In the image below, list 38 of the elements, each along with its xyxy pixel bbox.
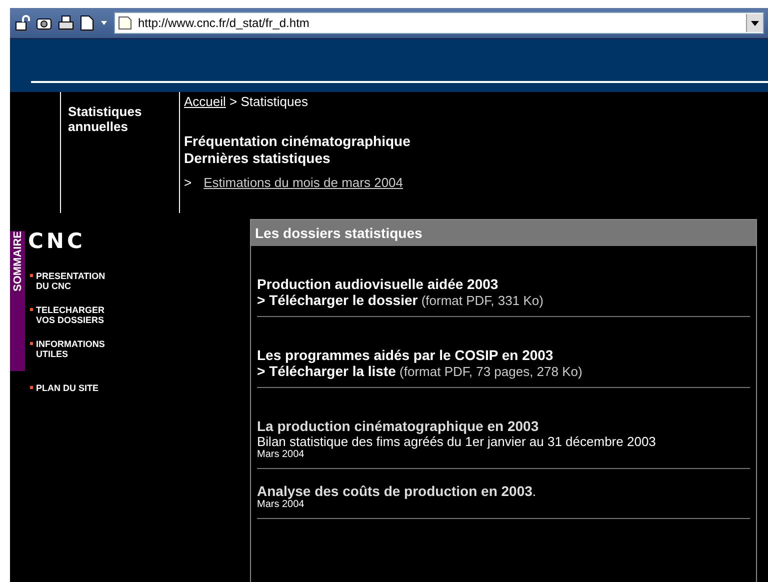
estimates-link[interactable]: Estimations du mois de mars 2004 [204, 175, 404, 190]
menu-link[interactable]: TELECHARGER VOS DOSSIERS [36, 305, 105, 325]
bullet-icon [30, 342, 33, 345]
menu-link[interactable]: PRESENTATION DU CNC [36, 271, 106, 291]
page-icon[interactable] [80, 15, 94, 31]
download-link[interactable]: > Télécharger la liste [257, 363, 396, 379]
heading: Fréquentation cinématographique [184, 133, 410, 150]
dossier-title: Production audiovisuelle aidée 2003 [257, 276, 500, 292]
link-suffix: . [532, 484, 536, 499]
lock-icon[interactable] [14, 15, 30, 31]
menu-link[interactable]: PLAN DU SITE [36, 383, 99, 393]
panel-title: Les dossiers statistiques [251, 220, 756, 246]
address-field[interactable]: http://www.cnc.fr/d_stat/fr_d.htm [114, 12, 764, 34]
menu-link[interactable]: INFORMATIONS UTILES [36, 339, 105, 359]
section-title: Statistiques annuelles [68, 104, 143, 134]
report-link[interactable]: La production cinématographique en 2003 [257, 418, 539, 434]
dropdown-arrow-icon[interactable] [100, 20, 108, 26]
file-info: (format PDF, 331 Ko) [421, 293, 544, 308]
report-link[interactable]: Analyse des coûts de production en 2003 [257, 483, 532, 499]
home-link[interactable]: Accueil [184, 94, 226, 109]
dropdown-button[interactable] [746, 14, 763, 32]
dossier-title: Les programmes aidés par le COSIP en 2003 [257, 347, 554, 363]
bullet-icon [30, 386, 33, 389]
report-date: Mars 2004 [257, 499, 306, 510]
link-marker: > [184, 175, 192, 190]
print-icon[interactable] [58, 15, 74, 31]
dropdown-arrow-icon [751, 20, 759, 26]
sommaire-label: SOMMAIRE [12, 231, 24, 292]
report-description: Bilan statistique des fims agréés du 1er janvier au 31 décembre 2003 [257, 434, 657, 449]
report-date: Mars 2004 [257, 449, 306, 460]
file-info: (format PDF, 73 pages, 278 Ko) [400, 364, 582, 379]
breadcrumb-text: > Statistiques [230, 94, 308, 109]
logo: CNC [28, 231, 86, 251]
bullet-icon [30, 274, 33, 277]
page-icon [118, 16, 132, 30]
download-link[interactable]: > Télécharger le dossier [257, 292, 418, 308]
bullet-icon [30, 308, 33, 311]
heading: Dernières statistiques [184, 150, 332, 167]
